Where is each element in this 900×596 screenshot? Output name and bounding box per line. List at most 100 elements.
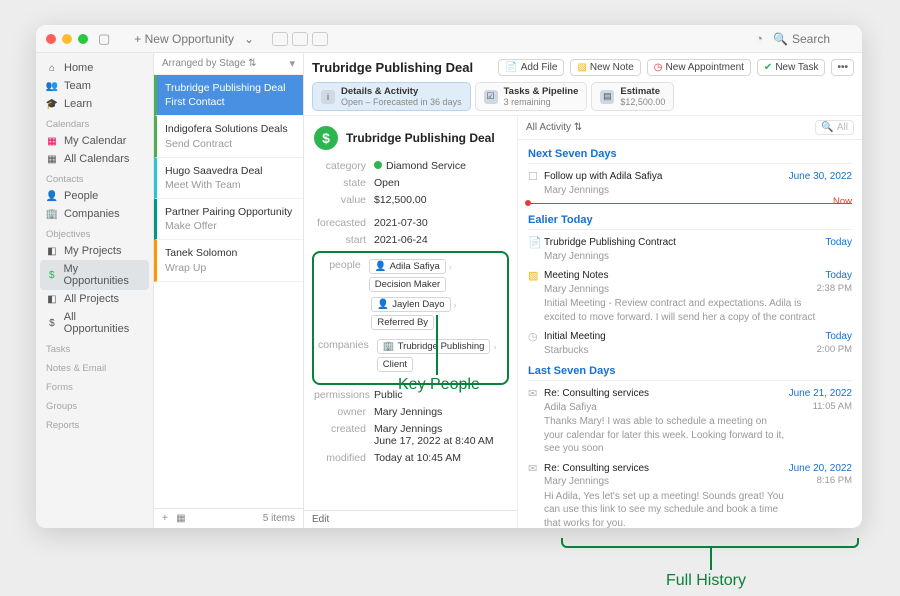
annotation-bracket — [561, 538, 859, 548]
person-icon: 👤 — [375, 261, 387, 272]
notifications-icon[interactable]: ◔ — [755, 31, 763, 46]
activity-item[interactable]: ◷ Initial MeetingStarbucks Today2:00 PM — [528, 330, 852, 357]
sidebar-item-companies[interactable]: 🏢Companies — [40, 205, 149, 223]
note-icon: ▧ — [577, 62, 586, 73]
filter-icon[interactable]: ▾ — [289, 57, 295, 70]
detail-panel: Trubridge Publishing Deal 📄Add File ▧New… — [304, 53, 862, 528]
check-icon: ✔ — [764, 62, 772, 73]
section-earlier-today: Ealier Today — [528, 214, 852, 226]
annotation-full-history: Full History — [666, 572, 746, 590]
activity-search[interactable]: 🔍All — [815, 120, 854, 135]
activity-item[interactable]: ✉ Re: Consulting servicesMary JenningsHi… — [528, 462, 852, 529]
role-pill[interactable]: Decision Maker — [369, 277, 446, 292]
calendar-icon: ▦ — [46, 153, 58, 165]
view-grid-icon[interactable] — [292, 32, 308, 46]
new-opportunity-button[interactable]: + New Opportunity — [134, 32, 234, 46]
sidebar-item-groups[interactable]: Groups — [40, 395, 149, 414]
key-people-box: people 👤Adila Safiya›Decision Maker 👤Jay… — [312, 251, 509, 385]
arrange-label[interactable]: Arranged by Stage ⇅ — [162, 58, 257, 69]
sidebar-heading-calendars: Calendars — [40, 113, 149, 132]
activity-item[interactable]: ✉ Re: Consulting servicesAdila SafiyaTha… — [528, 387, 852, 456]
window-controls — [46, 34, 88, 44]
add-file-button[interactable]: 📄Add File — [498, 59, 564, 76]
search-icon: 🔍 — [821, 122, 833, 133]
view-chart-icon[interactable] — [312, 32, 328, 46]
calendar-icon: ▦ — [46, 135, 58, 147]
clock-icon: ◷ — [528, 330, 544, 357]
activity-filter[interactable]: All Activity ⇅ — [526, 122, 815, 133]
annotation-line — [710, 548, 712, 570]
deal-icon: $ — [314, 126, 338, 150]
project-icon: ◧ — [46, 293, 58, 305]
clock-icon: ◷ — [654, 62, 663, 73]
app-window: ▢ + New Opportunity ⌄ ◔ 🔍 ⌂Home 👥Team 🎓L… — [36, 25, 862, 528]
new-note-button[interactable]: ▧New Note — [570, 59, 640, 76]
team-icon: 👥 — [46, 80, 58, 92]
sidebar-item-all-opportunities[interactable]: $All Opportunities — [40, 308, 149, 338]
list-item[interactable]: Hugo Saavedra DealMeet With Team — [154, 158, 303, 199]
section-last-seven: Last Seven Days — [528, 365, 852, 377]
view-list-icon[interactable] — [272, 32, 288, 46]
role-pill[interactable]: Referred By — [371, 315, 434, 330]
new-task-button[interactable]: ✔New Task — [757, 59, 826, 76]
sidebar-item-notes[interactable]: Notes & Email — [40, 357, 149, 376]
sidebar-heading-objectives: Objectives — [40, 223, 149, 242]
checkbox-icon[interactable]: ☐ — [528, 170, 544, 197]
deal-title: Trubridge Publishing Deal — [346, 131, 495, 145]
info-icon: i — [321, 90, 335, 104]
mail-icon: ✉ — [528, 387, 544, 456]
search-icon: 🔍 — [773, 32, 788, 46]
sidebar-item-reports[interactable]: Reports — [40, 414, 149, 433]
dropdown-icon[interactable]: ⌄ — [244, 32, 254, 46]
zoom-icon[interactable] — [78, 34, 88, 44]
sidebar-item-forms[interactable]: Forms — [40, 376, 149, 395]
add-icon[interactable]: + ▦ — [162, 513, 186, 524]
activity-item[interactable]: ☐ Follow up with Adila SafiyaMary Jennin… — [528, 170, 852, 197]
sidebar: ⌂Home 👥Team 🎓Learn Calendars ▦My Calenda… — [36, 53, 154, 528]
more-button[interactable]: ••• — [831, 59, 854, 76]
checkbox-icon: ☑ — [484, 90, 498, 104]
estimate-icon: ▤ — [600, 90, 614, 104]
minimize-icon[interactable] — [62, 34, 72, 44]
list-item[interactable]: Indigofera Solutions DealsSend Contract — [154, 116, 303, 157]
role-pill[interactable]: Client — [377, 357, 413, 372]
sidebar-item-learn[interactable]: 🎓Learn — [40, 95, 149, 113]
tab-details[interactable]: iDetails & ActivityOpen – Forecasted in … — [312, 82, 471, 111]
opportunity-icon: $ — [46, 317, 58, 329]
opportunity-icon: $ — [46, 269, 57, 281]
note-icon: ▧ — [528, 269, 544, 324]
sidebar-item-all-projects[interactable]: ◧All Projects — [40, 290, 149, 308]
opportunity-list: Arranged by Stage ⇅ ▾ Trubridge Publishi… — [154, 53, 304, 528]
company-pill[interactable]: 🏢Trubridge Publishing — [377, 339, 491, 354]
sidebar-item-all-calendars[interactable]: ▦All Calendars — [40, 150, 149, 168]
person-pill[interactable]: 👤Adila Safiya — [369, 259, 446, 274]
person-pill[interactable]: 👤Jaylen Dayo — [371, 297, 450, 312]
person-icon: 👤 — [377, 299, 389, 310]
tab-tasks[interactable]: ☑Tasks & Pipeline3 remaining — [475, 82, 588, 111]
activity-item[interactable]: ▧ Meeting NotesMary JenningsInitial Meet… — [528, 269, 852, 324]
sidebar-item-my-calendar[interactable]: ▦My Calendar — [40, 132, 149, 150]
list-item[interactable]: Tanek SolomonWrap Up — [154, 240, 303, 281]
annotation-key-people: Key People — [398, 376, 480, 394]
tab-estimate[interactable]: ▤Estimate$12,500.00 — [591, 82, 674, 111]
person-icon: 👤 — [46, 190, 58, 202]
edit-button[interactable]: Edit — [304, 510, 517, 528]
list-item[interactable]: Partner Pairing OpportunityMake Offer — [154, 199, 303, 240]
close-icon[interactable] — [46, 34, 56, 44]
section-next-seven: Next Seven Days — [528, 148, 852, 160]
project-icon: ◧ — [46, 245, 58, 257]
new-appointment-button[interactable]: ◷New Appointment — [647, 59, 751, 76]
list-item[interactable]: Trubridge Publishing DealFirst Contact — [154, 75, 303, 116]
activity-item[interactable]: 📄 Trubridge Publishing ContractMary Jenn… — [528, 236, 852, 263]
sidebar-item-team[interactable]: 👥Team — [40, 77, 149, 95]
sidebar-item-my-opportunities[interactable]: $My Opportunities — [40, 260, 149, 290]
learn-icon: 🎓 — [46, 98, 58, 110]
sidebar-item-home[interactable]: ⌂Home — [40, 59, 149, 77]
sidebar-item-my-projects[interactable]: ◧My Projects — [40, 242, 149, 260]
sidebar-heading-contacts: Contacts — [40, 168, 149, 187]
home-icon: ⌂ — [46, 62, 58, 74]
sidebar-toggle-icon[interactable]: ▢ — [98, 31, 110, 47]
search-box[interactable]: 🔍 — [773, 32, 852, 46]
search-input[interactable] — [792, 32, 852, 46]
sidebar-item-people[interactable]: 👤People — [40, 187, 149, 205]
